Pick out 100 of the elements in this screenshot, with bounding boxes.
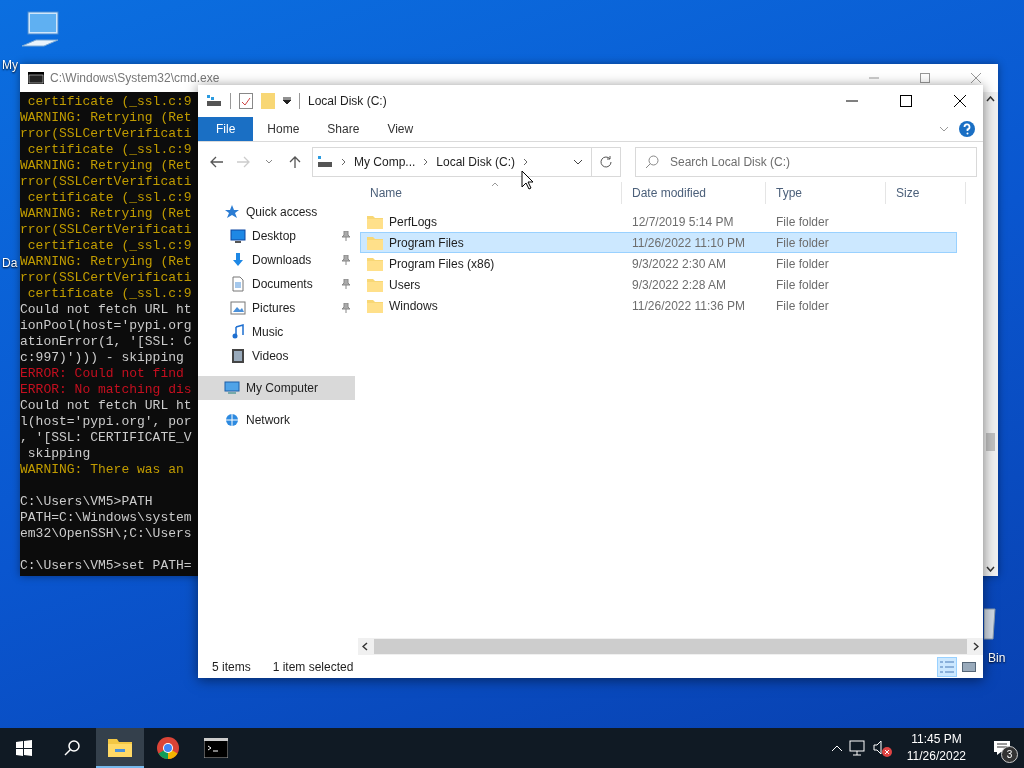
window-title: Local Disk (C:) <box>308 94 388 108</box>
column-header[interactable]: Date modified <box>622 182 766 204</box>
scroll-thumb[interactable] <box>374 639 967 654</box>
close-icon <box>970 73 981 83</box>
console-line: WARNING: There was an <box>20 462 184 478</box>
music-icon <box>230 324 246 340</box>
ribbon-tab[interactable]: Share <box>313 117 374 141</box>
type-cell-text: File folder <box>775 235 830 250</box>
type-cell-text: File folder <box>775 277 830 292</box>
console-line: Could not fetch URL ht <box>20 302 192 318</box>
desktop-icon-label[interactable]: Bin <box>988 651 1006 665</box>
file-row[interactable]: Users 9/3/2022 2:28 AM File folder <box>360 274 957 295</box>
ribbon-tab[interactable]: View <box>373 117 428 141</box>
file-row[interactable]: Program Files 11/26/2022 11:10 PM File folder <box>360 232 957 253</box>
nav-item[interactable]: Desktop <box>198 224 355 248</box>
console-line: ERROR: No matching dis <box>20 382 192 398</box>
folder-icon <box>367 256 383 271</box>
document-icon <box>230 276 246 292</box>
date-cell-text: 9/3/2022 2:28 AM <box>631 277 728 292</box>
desktop-icon-label[interactable]: My <box>2 58 18 72</box>
dropdown-icon[interactable] <box>573 159 583 165</box>
properties-icon[interactable] <box>239 93 253 109</box>
console-line: certificate (_ssl.c:9 <box>26 190 192 206</box>
console-line: Could not fetch URL ht <box>20 398 192 414</box>
type-cell-text: File folder <box>775 298 830 313</box>
nav-item[interactable]: Videos <box>198 344 355 368</box>
console-line: WARNING: Retrying (Ret <box>20 206 192 222</box>
scroll-up-icon[interactable] <box>986 96 995 102</box>
nav-item[interactable]: Pictures <box>198 296 355 320</box>
nav-item[interactable]: Documents <box>198 272 355 296</box>
window-title: C:\Windows\System32\cmd.exe <box>50 71 220 85</box>
console-line: skipping <box>26 446 91 462</box>
cursor-icon <box>521 170 534 190</box>
pin-icon[interactable] <box>341 255 351 265</box>
file-name: Windows <box>389 298 438 313</box>
scroll-thumb[interactable] <box>986 433 995 451</box>
ribbon-tab[interactable]: Home <box>253 117 314 141</box>
network-icon[interactable] <box>848 740 867 756</box>
dropdown-icon[interactable] <box>283 97 291 105</box>
column-header[interactable]: Type <box>766 182 886 204</box>
video-icon <box>230 348 246 364</box>
clock-date: 11/26/2022 <box>906 748 966 765</box>
console-line: rror(SSLCertVerificati <box>20 270 192 286</box>
caret-icon <box>265 159 273 165</box>
nav-item[interactable]: Quick access <box>198 200 355 224</box>
scrollbar[interactable] <box>983 92 998 576</box>
file-row[interactable]: Windows 11/26/2022 11:36 PM File folder <box>360 295 957 316</box>
pin-icon[interactable] <box>341 231 351 241</box>
file-row[interactable]: PerfLogs 12/7/2019 5:14 PM File folder <box>360 211 957 232</box>
close-icon <box>954 95 966 107</box>
file-name: Program Files <box>389 235 464 250</box>
nav-item[interactable]: Downloads <box>198 248 355 272</box>
date-cell-text: 9/3/2022 2:30 AM <box>631 256 728 271</box>
console-line: certificate (_ssl.c:9 <box>26 286 192 302</box>
file-name: Users <box>389 277 421 292</box>
notification-button[interactable]: 3 <box>980 728 1024 768</box>
console-icon <box>204 738 228 758</box>
explorer-taskbar-button[interactable] <box>96 728 144 768</box>
folder-icon <box>367 298 383 313</box>
search-field[interactable]: Search Local Disk (C:) <box>635 147 977 177</box>
address-bar[interactable]: My Comp... Local Disk (C:) <box>312 147 621 177</box>
volume-muted-icon[interactable] <box>872 739 893 757</box>
help-icon[interactable] <box>959 121 975 137</box>
column-header[interactable]: Size <box>886 182 966 204</box>
maximize-icon <box>900 95 912 107</box>
details-icon <box>940 660 954 673</box>
scroll-right-icon[interactable] <box>973 642 979 651</box>
pin-icon[interactable] <box>341 303 351 313</box>
type-cell-text: File folder <box>775 214 830 229</box>
folder-icon <box>108 737 132 757</box>
breadcrumb-item[interactable]: Local Disk (C:) <box>436 155 516 169</box>
item-count: 5 items <box>212 659 251 674</box>
date-cell-text: 11/26/2022 11:10 PM <box>631 235 746 250</box>
nav-item[interactable]: My Computer <box>198 376 355 400</box>
refresh-icon <box>600 156 612 168</box>
console-line: certificate (_ssl.c:9 <box>26 142 192 158</box>
date-cell-text: 11/26/2022 11:36 PM <box>631 298 746 313</box>
console-line: WARNING: Retrying (Ret <box>20 110 192 126</box>
forward-arrow-icon <box>236 156 250 168</box>
computer-icon <box>224 380 240 396</box>
ribbon-tab[interactable]: File <box>198 117 254 141</box>
desktop-icon-label[interactable]: Da <box>2 256 18 270</box>
clock[interactable]: 11:45 PM 11/26/2022 <box>898 731 974 765</box>
console-line: rror(SSLCertVerificati <box>20 174 192 190</box>
pin-icon[interactable] <box>341 279 351 289</box>
selection-count: 1 item selected <box>272 659 354 674</box>
console-line: em32\OpenSSH\;C:\Users <box>20 526 192 542</box>
file-row[interactable]: Program Files (x86) 9/3/2022 2:30 AM File folder <box>360 253 957 274</box>
console-line: C:\Users\VM5>PATH <box>20 494 153 510</box>
nav-item[interactable]: Music <box>198 320 355 344</box>
console-line: ERROR: Could not find <box>20 366 184 382</box>
console-line: WARNING: Retrying (Ret <box>20 158 192 174</box>
desktop-icon <box>230 228 246 244</box>
windows-logo-icon <box>16 740 32 756</box>
breadcrumb-item[interactable]: My Comp... <box>354 155 416 169</box>
console-line: , '[SSL: CERTIFICATE_V <box>20 430 192 446</box>
nav-item[interactable]: Network <box>198 408 355 432</box>
scroll-left-icon[interactable] <box>362 642 368 651</box>
scroll-down-icon[interactable] <box>986 566 995 572</box>
horizontal-scrollbar[interactable] <box>358 638 983 655</box>
